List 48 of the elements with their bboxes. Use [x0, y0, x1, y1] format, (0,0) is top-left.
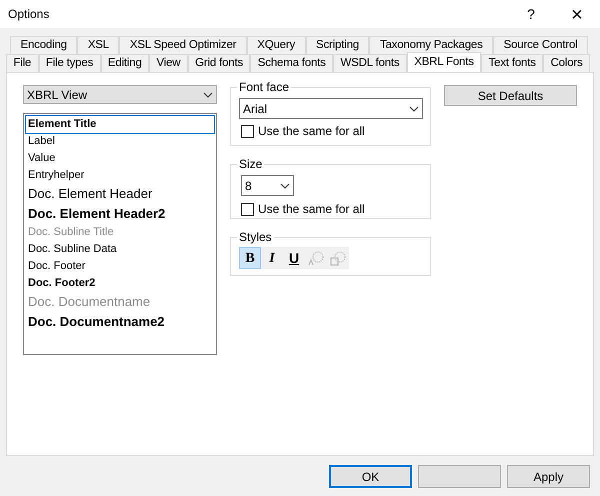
- italic-button[interactable]: I: [261, 247, 283, 269]
- list-item[interactable]: Entryhelper: [26, 167, 214, 184]
- view-dropdown[interactable]: XBRL View: [23, 85, 217, 104]
- list-item[interactable]: Label: [26, 133, 214, 150]
- checkbox-label: Use the same for all: [258, 123, 365, 140]
- tab[interactable]: File: [6, 54, 39, 72]
- font-face-dropdown[interactable]: Arial: [239, 98, 423, 119]
- list-item[interactable]: Value: [26, 150, 214, 167]
- list-item[interactable]: Doc. Footer2: [26, 275, 214, 292]
- list-item[interactable]: Doc. Element Header: [26, 184, 214, 204]
- tab[interactable]: XBRL Fonts: [406, 52, 482, 72]
- tab[interactable]: XSL Speed Optimizer: [119, 36, 247, 54]
- tab[interactable]: Source Control: [493, 36, 588, 54]
- tab[interactable]: File types: [38, 54, 101, 72]
- list-item[interactable]: Doc. Footer: [26, 258, 214, 275]
- checkbox[interactable]: [241, 202, 254, 216]
- dialog-button[interactable]: Apply: [507, 465, 590, 488]
- help-button[interactable]: ?: [508, 0, 554, 28]
- list-item[interactable]: Doc. Documentname2: [26, 312, 214, 332]
- close-button[interactable]: ×: [554, 0, 600, 28]
- group-title: Styles: [237, 229, 274, 245]
- tab[interactable]: Taxonomy Packages: [369, 36, 494, 54]
- tab[interactable]: View: [149, 54, 188, 72]
- chevron-down-icon: [203, 92, 213, 98]
- chevron-down-icon: [280, 182, 290, 188]
- tab[interactable]: XSL: [77, 36, 120, 54]
- tab[interactable]: Schema fonts: [250, 54, 334, 72]
- tab[interactable]: Editing: [100, 54, 150, 72]
- list-item[interactable]: Doc. Subline Data: [26, 241, 214, 258]
- tab[interactable]: XQuery: [246, 36, 306, 54]
- tab[interactable]: Colors: [543, 54, 590, 72]
- set-defaults-button[interactable]: Set Defaults: [444, 85, 577, 106]
- bold-button[interactable]: B: [239, 247, 261, 269]
- window-title: Options: [8, 6, 50, 23]
- tab[interactable]: Scripting: [306, 36, 370, 54]
- tab[interactable]: Grid fonts: [188, 54, 250, 72]
- underline-button[interactable]: U: [283, 247, 305, 269]
- checkbox[interactable]: [241, 124, 254, 138]
- tab[interactable]: WSDL fonts: [333, 54, 407, 72]
- dialog-button[interactable]: OK: [329, 465, 412, 488]
- checkbox-label: Use the same for all: [258, 201, 365, 218]
- list-item[interactable]: Element Title: [26, 116, 214, 133]
- dialog-button[interactable]: [418, 465, 501, 488]
- tab[interactable]: Encoding: [10, 36, 78, 54]
- chevron-down-icon: [409, 106, 419, 112]
- tab[interactable]: Text fonts: [481, 54, 544, 72]
- size-dropdown[interactable]: 8: [241, 175, 294, 196]
- list-item[interactable]: Doc. Element Header2: [26, 204, 214, 224]
